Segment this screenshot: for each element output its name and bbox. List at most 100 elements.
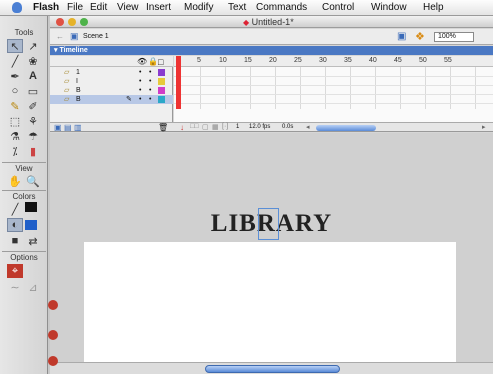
menu-control[interactable]: Control — [322, 2, 354, 14]
frame-number: 35 — [344, 57, 352, 64]
arrow-tool-icon[interactable]: ↖ — [7, 39, 23, 53]
fill-transform-tool-icon[interactable]: ⚘ — [25, 114, 41, 128]
layer-visibility-dot[interactable]: • — [139, 68, 141, 77]
fill-color-icon[interactable]: ◐ — [7, 218, 23, 232]
scene-name[interactable]: Scene 1 — [83, 33, 109, 40]
layer-outline-color[interactable] — [158, 69, 165, 76]
swap-colors-icon[interactable]: ⇄ — [25, 234, 41, 248]
layer-icon: ▱ — [64, 69, 70, 76]
show-hide-all-icon[interactable]: 👁 — [137, 57, 147, 66]
straighten-option-icon[interactable]: ⊿ — [25, 280, 41, 294]
work-area[interactable]: LIBRARY — [50, 133, 493, 374]
horizontal-scroll-thumb[interactable] — [205, 365, 340, 373]
layer-row[interactable]: ▱ B • • — [50, 86, 173, 95]
layer-visibility-dot[interactable]: • — [139, 77, 141, 86]
current-frame: 1 — [236, 124, 240, 130]
layers-header: 👁 🔒 □ — [50, 56, 173, 67]
onion-outline-icon[interactable]: ▢ — [202, 123, 209, 131]
scroll-right-icon[interactable]: ▸ — [482, 123, 486, 131]
text-selection-box[interactable] — [258, 208, 279, 240]
colors-label: Colors — [12, 192, 36, 201]
layer-outline-color[interactable] — [158, 96, 165, 103]
close-window-icon[interactable] — [56, 18, 64, 26]
hand-tool-icon[interactable]: ✋ — [7, 174, 23, 188]
menu-window[interactable]: Window — [371, 2, 407, 14]
default-colors-icon[interactable]: ■ — [7, 234, 23, 248]
stroke-color-swatch[interactable] — [25, 202, 37, 212]
layer-outline-color[interactable] — [158, 78, 165, 85]
layer-lock-dot[interactable]: • — [149, 68, 151, 77]
insert-layer-icon[interactable]: ▣ — [54, 123, 62, 132]
zoom-tool-icon[interactable]: 🔍 — [25, 174, 41, 188]
edit-scene-icon[interactable]: ▣ — [397, 31, 406, 42]
stroke-color-icon[interactable]: ╱ — [7, 202, 23, 216]
menu-modify[interactable]: Modify — [184, 2, 213, 14]
ink-bottle-tool-icon[interactable]: ⚗ — [7, 129, 23, 143]
edit-symbols-icon[interactable]: ❖ — [415, 30, 425, 43]
layer-row[interactable]: ▱ I • • — [50, 77, 173, 86]
timeline-frames[interactable]: 5 10 15 20 25 30 35 40 45 50 55 — [174, 56, 493, 122]
edit-multiple-frames-icon[interactable]: ▦ — [212, 123, 219, 131]
stage-canvas[interactable] — [84, 242, 456, 374]
smooth-option-icon[interactable]: ∼ — [7, 280, 23, 294]
fill-color-swatch[interactable] — [25, 220, 37, 230]
timeline-scroll-thumb[interactable] — [316, 125, 376, 131]
text-tool-icon[interactable]: A — [25, 69, 41, 83]
elapsed-time: 0.0s — [282, 124, 294, 130]
minimize-window-icon[interactable] — [68, 18, 76, 26]
frame-rowline — [174, 103, 493, 104]
menu-help[interactable]: Help — [423, 2, 444, 14]
add-guide-layer-icon[interactable]: ▤ — [64, 123, 72, 132]
back-arrow-icon[interactable]: ← — [56, 32, 64, 41]
layer-lock-dot[interactable]: • — [149, 86, 151, 95]
layer-row-selected[interactable]: ▱ B ✎ • • — [50, 95, 173, 104]
center-frame-icon[interactable]: ↓ — [180, 123, 184, 132]
zoom-window-icon[interactable] — [80, 18, 88, 26]
layer-outline-color[interactable] — [158, 87, 165, 94]
onion-skin-icon[interactable]: □□ — [190, 123, 198, 130]
scroll-left-icon[interactable]: ◂ — [306, 123, 310, 131]
eraser-tool-icon[interactable]: ▮ — [25, 144, 41, 158]
pencil-tool-icon[interactable]: ✎ — [7, 99, 23, 113]
frame-ruler[interactable]: 5 10 15 20 25 30 35 40 45 50 55 — [174, 56, 493, 67]
insert-folder-icon[interactable]: ▥ — [74, 123, 82, 132]
dock-app-icon[interactable] — [48, 356, 58, 366]
delete-layer-icon[interactable]: 🗑 — [158, 123, 168, 132]
rectangle-tool-icon[interactable]: ▭ — [25, 84, 41, 98]
apple-menu-icon[interactable] — [12, 2, 22, 13]
free-transform-tool-icon[interactable]: ⬚ — [7, 114, 23, 128]
layer-lock-dot[interactable]: • — [149, 95, 151, 104]
pen-tool-icon[interactable]: ✒ — [7, 69, 23, 83]
dock-app-icon[interactable] — [48, 330, 58, 340]
menu-insert[interactable]: Insert — [146, 2, 171, 14]
dock-app-icon[interactable] — [48, 300, 58, 310]
layer-visibility-dot[interactable]: • — [139, 86, 141, 95]
brush-tool-icon[interactable]: ✐ — [25, 99, 41, 113]
layer-visibility-dot[interactable]: • — [139, 95, 141, 104]
subselect-tool-icon[interactable]: ↗ — [25, 39, 41, 53]
playhead[interactable] — [176, 56, 181, 109]
tools-label: Tools — [14, 28, 34, 37]
oval-tool-icon[interactable]: ○ — [7, 84, 23, 98]
paint-bucket-tool-icon[interactable]: ☂ — [25, 129, 41, 143]
edit-bar: ← ▣ Scene 1 ▣ ❖ 100% — [50, 29, 493, 45]
frame-rate: 12.0 fps — [249, 124, 271, 130]
layer-row[interactable]: ▱ 1 • • — [50, 68, 173, 77]
outline-all-icon[interactable]: □ — [158, 57, 163, 67]
menu-file[interactable]: File — [67, 2, 83, 14]
eyedropper-tool-icon[interactable]: ⁒ — [7, 144, 23, 158]
menu-view[interactable]: View — [117, 2, 139, 14]
timeline-header[interactable]: ▾ Timeline — [50, 46, 493, 55]
lasso-tool-icon[interactable]: ❀ — [25, 54, 41, 68]
menu-commands[interactable]: Commands — [256, 2, 307, 14]
horizontal-scrollbar[interactable] — [50, 362, 493, 374]
layer-lock-dot[interactable]: • — [149, 77, 151, 86]
zoom-select[interactable]: 100% — [434, 32, 474, 42]
menu-text[interactable]: Text — [228, 2, 246, 14]
modify-onion-markers-icon[interactable]: [·] — [222, 123, 228, 130]
lock-all-icon[interactable]: 🔒 — [148, 57, 158, 66]
line-tool-icon[interactable]: ╱ — [7, 54, 23, 68]
menu-app-flash[interactable]: Flash — [33, 2, 59, 14]
menu-edit[interactable]: Edit — [90, 2, 107, 14]
snap-to-objects-icon[interactable]: ⌖ — [7, 264, 23, 278]
